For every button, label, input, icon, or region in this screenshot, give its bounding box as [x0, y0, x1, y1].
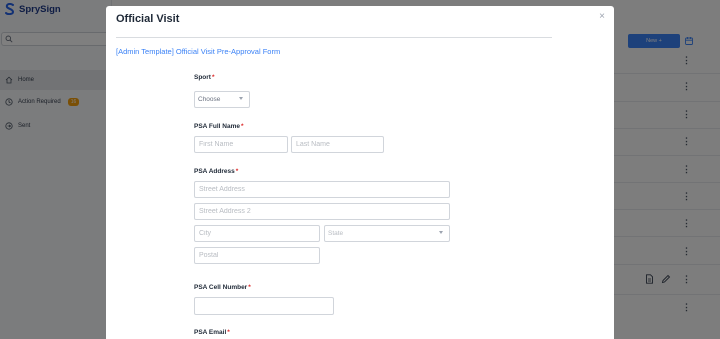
divider: [116, 37, 552, 38]
state-select-value: State: [328, 230, 344, 237]
official-visit-modal: Official Visit × [Admin Template] Offici…: [106, 6, 614, 339]
street-address-field[interactable]: [194, 181, 450, 198]
state-select[interactable]: State: [324, 225, 450, 242]
required-marker: *: [211, 74, 215, 81]
psa-email-label: PSA Email*: [194, 329, 230, 336]
required-marker: *: [248, 284, 251, 291]
street-address-2-field[interactable]: [194, 203, 450, 220]
postal-field[interactable]: [194, 247, 320, 264]
sport-label: Sport*: [194, 74, 215, 81]
last-name-field[interactable]: [291, 136, 384, 153]
required-marker: *: [227, 329, 230, 336]
cell-number-field[interactable]: [194, 297, 334, 315]
psa-address-label: PSA Address*: [194, 168, 239, 175]
city-field[interactable]: [194, 225, 320, 242]
required-marker: *: [235, 168, 239, 175]
modal-title: Official Visit: [116, 13, 180, 25]
template-link[interactable]: [Admin Template] Official Visit Pre-Appr…: [116, 47, 280, 56]
chevron-down-icon: [239, 97, 243, 100]
sport-select-value: Choose: [198, 96, 221, 103]
psa-full-name-label: PSA Full Name*: [194, 123, 244, 130]
chevron-down-icon: [439, 231, 443, 234]
psa-cell-number-label: PSA Cell Number*: [194, 284, 251, 291]
close-icon[interactable]: ×: [597, 12, 607, 22]
required-marker: *: [241, 123, 244, 130]
first-name-field[interactable]: [194, 136, 288, 153]
sport-select[interactable]: Choose: [194, 91, 250, 108]
